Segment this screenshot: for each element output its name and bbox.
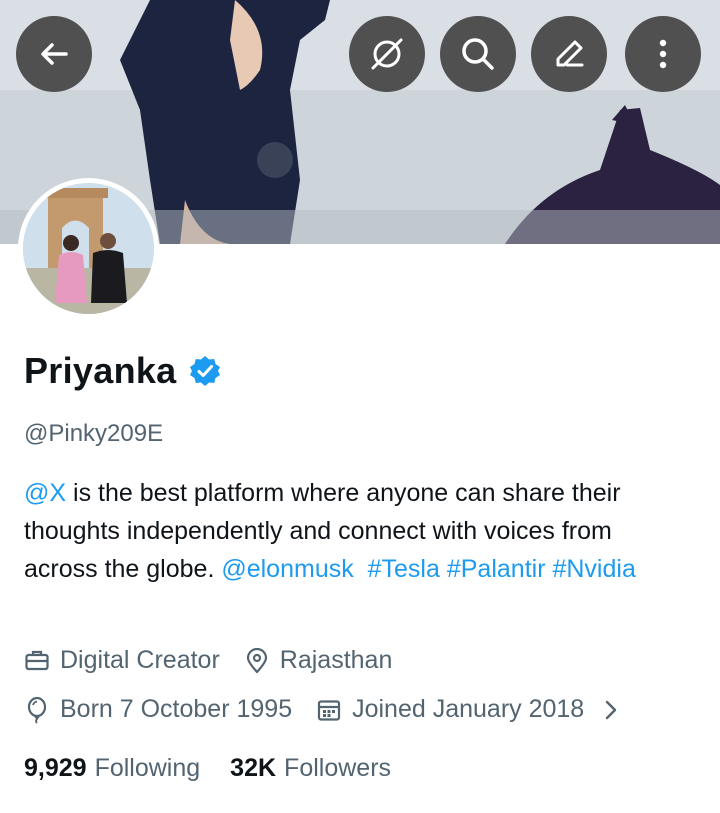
following-label: Following [94,754,201,782]
joined-item: Joined January 2018 [316,695,584,724]
profile-meta-row: Digital Creator Rajasthan [24,646,392,675]
calendar-icon [317,699,341,721]
more-vertical-icon [659,39,667,69]
profile-meta-row: Born 7 October 1995 Joined January 2018 [24,695,622,724]
category-item: Digital Creator [24,646,220,675]
following-count: 9,929 [24,754,87,782]
born-text: Born 7 October 1995 [60,695,293,723]
born-item: Born 7 October 1995 [24,695,292,724]
followers-label: Followers [284,754,392,782]
chevron-right-icon[interactable] [600,697,622,723]
followers-link[interactable]: 32K Followers [230,754,391,783]
hashtag-link[interactable]: #Nvidia [552,555,635,583]
profile-bio: @X is the best platform where anyone can… [24,474,684,588]
profile-name-row: Priyanka [24,350,221,392]
location-pin-icon [246,647,267,673]
more-options-button[interactable] [625,16,701,92]
profile-stats: 9,929 Following 32K Followers [24,754,391,783]
briefcase-icon [25,650,49,670]
joined-text: Joined January 2018 [352,695,585,723]
verified-badge-icon[interactable] [189,355,221,387]
mention-link[interactable]: @elonmusk [221,555,353,583]
location-item: Rajasthan [244,646,393,675]
location-text: Rajasthan [279,646,393,674]
back-button[interactable] [16,16,92,92]
profile-name: Priyanka [24,350,177,391]
search-button[interactable] [440,16,516,92]
arrow-left-icon [41,43,68,65]
avatar-image [23,183,154,314]
grok-icon [371,38,403,70]
pencil-icon [556,40,584,67]
search-icon [462,38,494,70]
edit-button[interactable] [531,16,607,92]
avatar[interactable] [18,178,159,319]
followers-count: 32K [230,754,277,782]
profile-handle: @Pinky209E [24,420,164,447]
hashtag-link[interactable]: #Palantir [447,555,546,583]
following-link[interactable]: 9,929 Following [24,754,200,783]
balloon-icon [27,696,47,724]
category-text: Digital Creator [60,646,220,674]
mention-link[interactable]: @X [24,479,66,507]
grok-button[interactable] [349,16,425,92]
hashtag-link[interactable]: #Tesla [368,555,440,583]
